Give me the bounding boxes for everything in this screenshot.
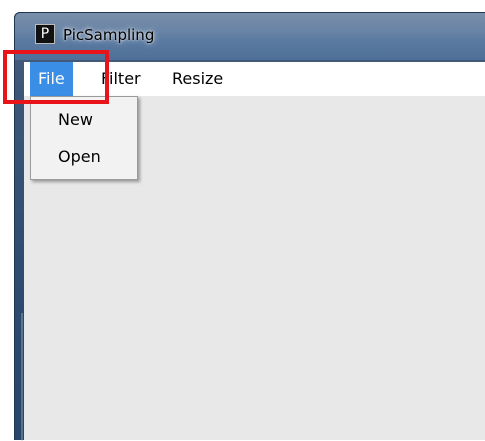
menu-item-open[interactable]: Open xyxy=(31,142,137,172)
menu-bar: File Filter Resize xyxy=(24,62,485,96)
menu-filter[interactable]: Filter xyxy=(93,62,149,96)
window-title: PicSampling xyxy=(63,26,155,44)
menu-resize[interactable]: Resize xyxy=(164,62,231,96)
menu-item-new[interactable]: New xyxy=(31,105,137,135)
menu-file[interactable]: File xyxy=(30,62,73,96)
file-dropdown-menu: New Open xyxy=(30,96,138,180)
processing-p-icon: P xyxy=(35,24,55,44)
